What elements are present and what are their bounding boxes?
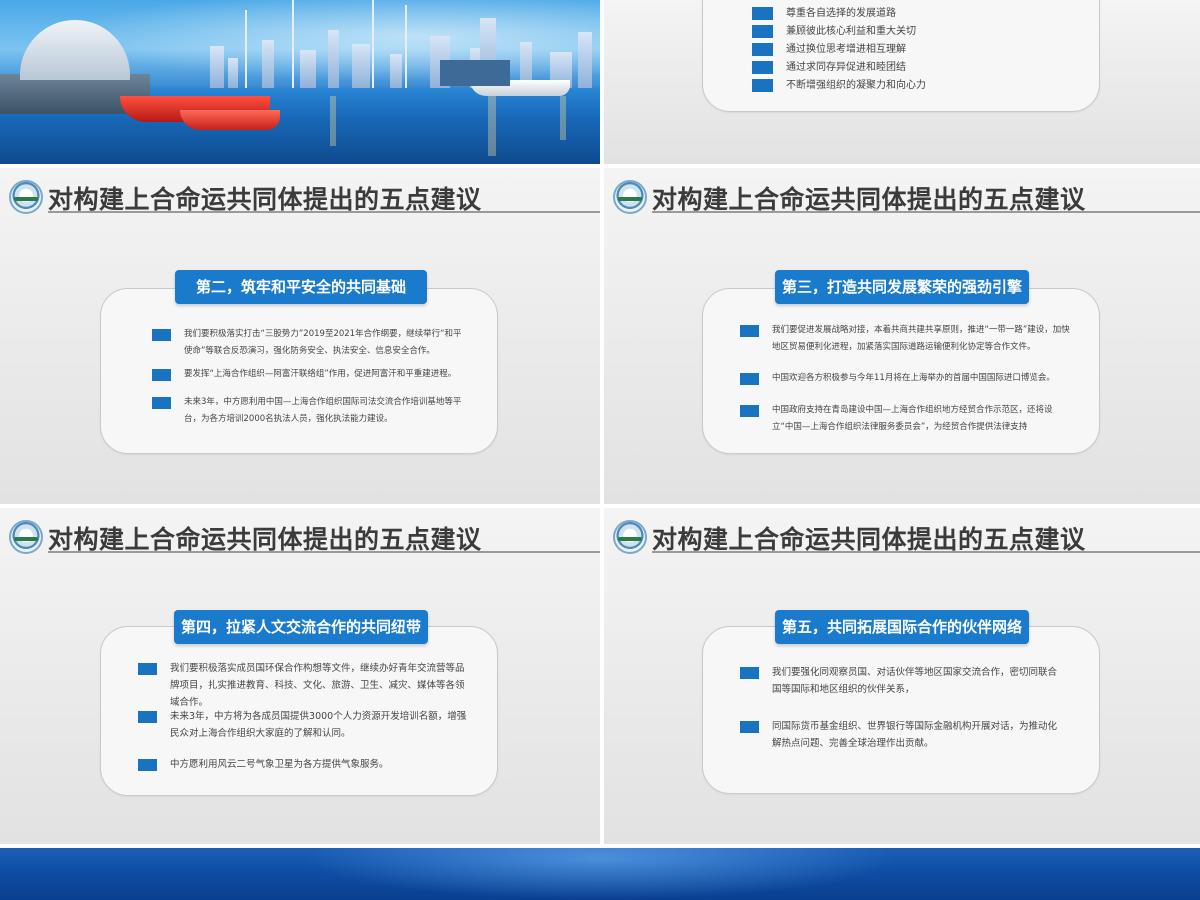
reflection (560, 96, 566, 140)
title-rule (48, 551, 600, 553)
building (390, 54, 402, 88)
list-item-text: 我们要强化同观察员国、对话伙伴等地区国家交流合作，密切同联合国等国际和地区组织的… (772, 667, 1058, 695)
list-item-text: 我们要积极落实打击“三股势力”2019至2021年合作纲要，继续举行“和平使命”… (184, 329, 462, 356)
slide-point-three: 对构建上合命运共同体提出的五点建议 第三，打造共同发展繁荣的强劲引擎 我们要促进… (604, 168, 1200, 504)
list-item-text: 兼顾彼此核心利益和重大关切 (786, 26, 916, 37)
bullet-square-icon (152, 369, 171, 381)
bullet-square-icon (740, 373, 759, 385)
list-item: 不断增强组织的凝聚力和向心力 (752, 77, 926, 95)
list-item-text: 要发挥“上海合作组织—阿富汗联络组”作用，促进阿富汗和平重建进程。 (184, 369, 457, 379)
list-item-text: 未来3年，中方将为各成员国提供3000个人力资源开发培训名额，增强民众对上海合作… (170, 711, 467, 739)
mast (372, 0, 374, 88)
list-item: 我们要积极落实成员国环保合作构想等文件，继续办好青年交流营等品牌项目，扎实推进教… (138, 660, 468, 711)
dock-house (440, 60, 510, 86)
content-card (702, 626, 1100, 794)
bullet-square-icon (740, 721, 759, 733)
list-item-text: 同国际货币基金组织、世界银行等国际金融机构开展对话，为推动化解热点问题、完善全球… (772, 721, 1058, 749)
list-item-text: 未来3年，中方愿利用中国—上海合作组织国际司法交流合作培训基地等平台，为各方培训… (184, 397, 462, 424)
list-item: 中方愿利用风云二号气象卫星为各方提供气象服务。 (138, 756, 468, 773)
title-rule (652, 551, 1200, 553)
building (228, 58, 238, 88)
reflection (330, 96, 336, 146)
building (210, 46, 224, 88)
bullet-square-icon (752, 43, 773, 56)
slide-top-right: …………… 尊重各自选择的发展道路 兼顾彼此核心利益和重大关切 通过换位思考增进… (604, 0, 1200, 164)
sco-logo-icon (9, 520, 43, 554)
bullet-square-icon (152, 397, 171, 409)
bullet-square-icon (752, 25, 773, 38)
list-item: 通过换位思考增进相互理解 (752, 41, 906, 59)
list-item-text: 通过求同存异促进和睦团结 (786, 62, 906, 73)
building (328, 30, 339, 88)
bullet-square-icon (138, 711, 157, 723)
list-item-text: 我们要促进发展战略对接，本着共商共建共享原则，推进“一带一路”建设，加快地区贸易… (772, 325, 1070, 352)
bullet-square-icon (752, 61, 773, 74)
slide-point-two: 对构建上合命运共同体提出的五点建议 第二，筑牢和平安全的共同基础 我们要积极落实… (0, 168, 600, 504)
red-boat (180, 110, 280, 130)
bullet-square-icon (740, 325, 759, 337)
section-heading: 第四，拉紧人文交流合作的共同纽带 (174, 610, 428, 644)
band-glow (300, 848, 900, 900)
mast (292, 0, 294, 90)
section-heading: 第五，共同拓展国际合作的伙伴网络 (775, 610, 1029, 644)
title-rule (652, 211, 1200, 213)
bullet-square-icon (138, 663, 157, 675)
list-item: 未来3年，中方愿利用中国—上海合作组织国际司法交流合作培训基地等平台，为各方培训… (152, 394, 467, 428)
title-rule (48, 211, 600, 213)
sco-logo-icon (613, 520, 647, 554)
list-item-text: 不断增强组织的凝聚力和向心力 (786, 80, 926, 91)
list-item: 中国欢迎各方积极参与今年11月将在上海举办的首届中国国际进口博览会。 (740, 370, 1070, 387)
mast (245, 10, 247, 90)
list-item: 中国政府支持在青岛建设中国—上海合作组织地方经贸合作示范区，还将设立“中国—上海… (740, 402, 1070, 436)
list-item: …………… (752, 0, 836, 2)
slide-point-five: 对构建上合命运共同体提出的五点建议 第五，共同拓展国际合作的伙伴网络 我们要强化… (604, 508, 1200, 844)
building (578, 32, 592, 88)
list-item: 要发挥“上海合作组织—阿富汗联络组”作用，促进阿富汗和平重建进程。 (152, 366, 467, 383)
reflection (488, 96, 496, 156)
harbor-photo (0, 0, 600, 164)
list-item: 我们要促进发展战略对接，本着共商共建共享原则，推进“一带一路”建设，加快地区贸易… (740, 322, 1070, 356)
bullet-square-icon (740, 405, 759, 417)
list-item-text: 中国欢迎各方积极参与今年11月将在上海举办的首届中国国际进口博览会。 (772, 373, 1055, 383)
section-heading: 第二，筑牢和平安全的共同基础 (175, 270, 427, 304)
list-item: 未来3年，中方将为各成员国提供3000个人力资源开发培训名额，增强民众对上海合作… (138, 708, 468, 742)
bullet-square-icon (740, 667, 759, 679)
section-heading: 第三，打造共同发展繁荣的强劲引擎 (775, 270, 1029, 304)
list-item-text: 通过换位思考增进相互理解 (786, 44, 906, 55)
list-item-text: 我们要积极落实成员国环保合作构想等文件，继续办好青年交流营等品牌项目，扎实推进教… (170, 663, 465, 708)
list-item-text: 中国政府支持在青岛建设中国—上海合作组织地方经贸合作示范区，还将设立“中国—上海… (772, 405, 1053, 432)
bottom-slide-band (0, 848, 1200, 900)
bullet-square-icon (752, 7, 773, 20)
sco-logo-icon (9, 180, 43, 214)
bullet-square-icon (138, 759, 157, 771)
building (352, 44, 370, 88)
list-item: 通过求同存异促进和睦团结 (752, 59, 906, 77)
sco-logo-icon (613, 180, 647, 214)
list-item: 兼顾彼此核心利益和重大关切 (752, 23, 916, 41)
list-item: 同国际货币基金组织、世界银行等国际金融机构开展对话，为推动化解热点问题、完善全球… (740, 718, 1066, 752)
list-item-text: 尊重各自选择的发展道路 (786, 8, 896, 19)
building (300, 50, 316, 88)
mast (405, 5, 407, 89)
list-item: 我们要积极落实打击“三股势力”2019至2021年合作纲要，继续举行“和平使命”… (152, 326, 467, 360)
list-item: 尊重各自选择的发展道路 (752, 5, 896, 23)
list-item: 我们要强化同观察员国、对话伙伴等地区国家交流合作，密切同联合国等国际和地区组织的… (740, 664, 1066, 698)
list-item-text: 中方愿利用风云二号气象卫星为各方提供气象服务。 (170, 759, 389, 770)
bullet-square-icon (152, 329, 171, 341)
slide-point-four: 对构建上合命运共同体提出的五点建议 第四，拉紧人文交流合作的共同纽带 我们要积极… (0, 508, 600, 844)
building (262, 40, 274, 88)
bullet-square-icon (752, 79, 773, 92)
